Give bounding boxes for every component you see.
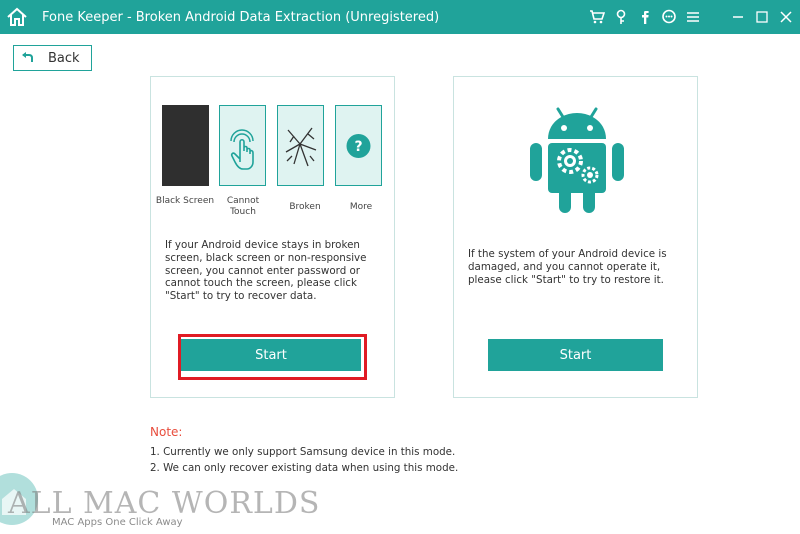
- note-title: Note:: [150, 425, 183, 439]
- facebook-icon[interactable]: [636, 8, 654, 26]
- key-icon[interactable]: [612, 8, 630, 26]
- mode-label: Black Screen: [155, 196, 215, 206]
- mode-label: Broken: [289, 202, 321, 212]
- window-title: Fone Keeper - Broken Android Data Extrac…: [42, 9, 440, 25]
- maximize-icon[interactable]: [752, 7, 772, 27]
- black-screen-mode[interactable]: [162, 105, 209, 186]
- note-line: 1. Currently we only support Samsung dev…: [150, 446, 456, 458]
- home-icon[interactable]: [0, 0, 34, 34]
- mode-label: More: [349, 202, 373, 212]
- cracked-screen-icon: [285, 127, 317, 167]
- close-icon[interactable]: [776, 7, 796, 27]
- question-icon: ?: [346, 134, 371, 158]
- system-damaged-description: If the system of your Android device is …: [468, 248, 667, 286]
- cannot-touch-mode[interactable]: [219, 105, 266, 186]
- mode-label: Cannot Touch: [226, 196, 260, 217]
- watermark-text: ALL MAC WORLDS: [8, 486, 321, 521]
- highlight-box: [178, 334, 367, 380]
- android-gear-icon: [530, 107, 624, 213]
- touch-hand-icon: [230, 129, 254, 170]
- back-label: Back: [48, 50, 80, 66]
- watermark-subtitle: MAC Apps One Click Away: [52, 517, 183, 528]
- cart-icon[interactable]: [588, 8, 606, 26]
- broken-screen-description: If your Android device stays in broken s…: [165, 239, 367, 303]
- broken-mode[interactable]: [277, 105, 324, 186]
- svg-text:?: ?: [354, 139, 362, 155]
- menu-icon[interactable]: [684, 8, 702, 26]
- more-mode[interactable]: ?: [335, 105, 382, 186]
- back-arrow-icon: [20, 52, 42, 64]
- start-restore-button[interactable]: Start: [488, 339, 663, 371]
- minimize-icon[interactable]: [728, 7, 748, 27]
- chat-icon[interactable]: [660, 8, 678, 26]
- title-bar: Fone Keeper - Broken Android Data Extrac…: [0, 0, 800, 34]
- back-button[interactable]: Back: [13, 45, 92, 71]
